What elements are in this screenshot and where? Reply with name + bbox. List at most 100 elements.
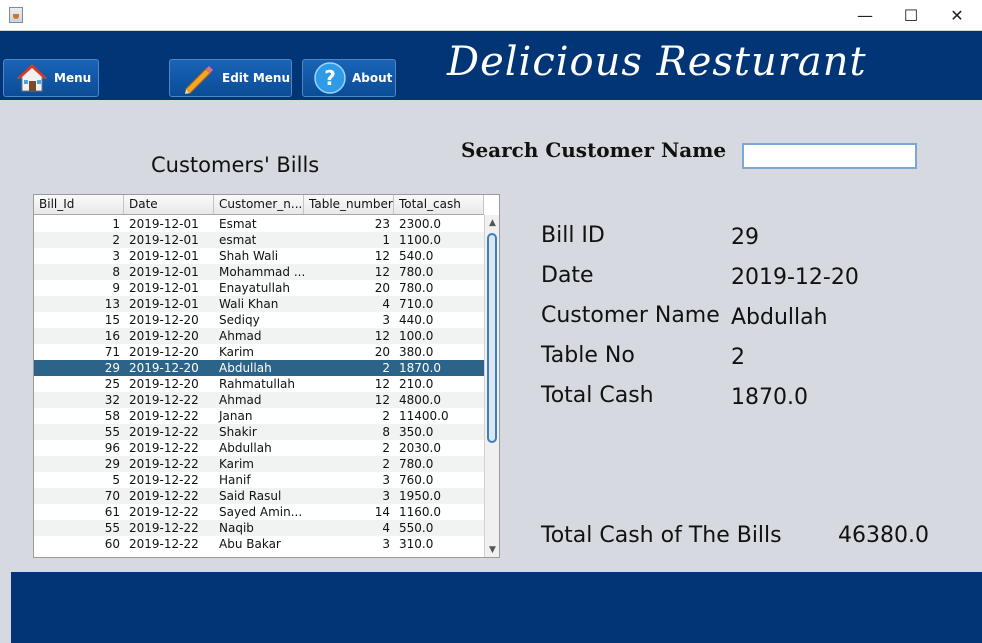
date-value: 2019-12-20 (731, 265, 859, 290)
menu-button[interactable]: Menu (3, 59, 99, 97)
column-header-table-number[interactable]: Table_number (304, 195, 394, 214)
table-number-cell: 23 (374, 217, 390, 231)
pencil-icon (185, 66, 213, 94)
date-cell: 2019-12-22 (129, 505, 199, 519)
search-input[interactable] (742, 143, 917, 169)
table-row[interactable]: 55 2019-12-22 Naqib 4 550.0 (34, 520, 484, 536)
about-button-label: About (352, 71, 393, 85)
bill-id-cell: 9 (112, 281, 120, 295)
customer-name-cell: Karim (219, 457, 254, 471)
close-button[interactable]: ✕ (934, 0, 980, 30)
table-row[interactable]: 96 2019-12-22 Abdullah 2 2030.0 (34, 440, 484, 456)
bill-id-cell: 55 (104, 425, 120, 439)
table-row[interactable]: 1 2019-12-01 Esmat 23 2300.0 (34, 216, 484, 232)
bill-id-cell: 71 (104, 345, 120, 359)
table-row[interactable]: 29 2019-12-22 Karim 2 780.0 (34, 456, 484, 472)
edit-menu-button[interactable]: Edit Menu (169, 59, 292, 97)
table-row[interactable]: 71 2019-12-20 Karim 20 380.0 (34, 344, 484, 360)
help-icon: ? (314, 62, 346, 94)
column-header-bill-id[interactable]: Bill_Id (34, 195, 124, 214)
table-no-value: 2 (731, 345, 745, 370)
scroll-thumb[interactable] (487, 233, 497, 443)
table-number-cell: 12 (374, 249, 390, 263)
table-row[interactable]: 25 2019-12-20 Rahmatullah 12 210.0 (34, 376, 484, 392)
date-cell: 2019-12-20 (129, 377, 199, 391)
table-row-selected[interactable]: 29 2019-12-20 Abdullah 2 1870.0 (34, 360, 484, 376)
vertical-scrollbar[interactable]: ▲ ▼ (484, 215, 499, 557)
bill-id-label: Bill ID (541, 223, 605, 248)
table-number-cell: 20 (374, 345, 390, 359)
bills-heading: Customers' Bills (151, 153, 320, 177)
scroll-up-icon[interactable]: ▲ (485, 215, 499, 231)
bill-id-cell: 2 (112, 233, 120, 247)
bill-id-cell: 15 (104, 313, 120, 327)
table-no-label: Table No (541, 343, 635, 368)
customer-name-cell: Esmat (219, 217, 257, 231)
table-number-cell: 2 (382, 441, 390, 455)
bill-id-cell: 55 (104, 521, 120, 535)
total-cash-cell: 540.0 (399, 249, 434, 263)
customer-name-cell: Enayatullah (219, 281, 290, 295)
java-app-icon (9, 7, 23, 23)
customer-name-cell: Karim (219, 345, 254, 359)
search-label: Search Customer Name (461, 138, 727, 162)
total-cash-cell: 440.0 (399, 313, 434, 327)
bill-id-cell: 8 (112, 265, 120, 279)
minimize-button[interactable]: — (842, 0, 888, 30)
column-header-total-cash[interactable]: Total_cash (394, 195, 484, 214)
table-row[interactable]: 16 2019-12-20 Ahmad 12 100.0 (34, 328, 484, 344)
table-number-cell: 4 (382, 521, 390, 535)
bill-id-cell: 60 (104, 537, 120, 551)
total-cash-cell: 710.0 (399, 297, 434, 311)
maximize-button[interactable]: ☐ (888, 0, 934, 30)
bill-id-cell: 25 (104, 377, 120, 391)
total-cash-cell: 1950.0 (399, 489, 441, 503)
customer-name-cell: Wali Khan (219, 297, 279, 311)
bill-id-cell: 58 (104, 409, 120, 423)
total-cash-cell: 310.0 (399, 537, 434, 551)
date-cell: 2019-12-01 (129, 217, 199, 231)
date-cell: 2019-12-22 (129, 537, 199, 551)
column-header-date[interactable]: Date (124, 195, 214, 214)
scroll-down-icon[interactable]: ▼ (485, 542, 499, 557)
table-row[interactable]: 61 2019-12-22 Sayed Amin... 14 1160.0 (34, 504, 484, 520)
total-cash-cell: 550.0 (399, 521, 434, 535)
table-number-cell: 12 (374, 265, 390, 279)
total-cash-cell: 350.0 (399, 425, 434, 439)
total-cash-cell: 2030.0 (399, 441, 441, 455)
customer-name-cell: Ahmad (219, 393, 262, 407)
table-row[interactable]: 3 2019-12-01 Shah Wali 12 540.0 (34, 248, 484, 264)
date-cell: 2019-12-20 (129, 313, 199, 327)
total-cash-cell: 11400.0 (399, 409, 449, 423)
table-row[interactable]: 13 2019-12-01 Wali Khan 4 710.0 (34, 296, 484, 312)
table-row[interactable]: 5 2019-12-22 Hanif 3 760.0 (34, 472, 484, 488)
table-number-cell: 20 (374, 281, 390, 295)
table-number-cell: 2 (382, 457, 390, 471)
edit-menu-button-label: Edit Menu (222, 71, 290, 85)
bill-id-cell: 29 (104, 457, 120, 471)
bill-id-cell: 13 (104, 297, 120, 311)
column-header-customer-name[interactable]: Customer_n... (214, 195, 304, 214)
date-cell: 2019-12-22 (129, 441, 199, 455)
table-row[interactable]: 55 2019-12-22 Shakir 8 350.0 (34, 424, 484, 440)
bill-id-value: 29 (731, 225, 759, 250)
customer-name-cell: Rahmatullah (219, 377, 296, 391)
table-row[interactable]: 58 2019-12-22 Janan 2 11400.0 (34, 408, 484, 424)
about-button[interactable]: ? About (302, 59, 396, 97)
date-cell: 2019-12-01 (129, 281, 199, 295)
table-row[interactable]: 2 2019-12-01 esmat 1 1100.0 (34, 232, 484, 248)
customer-name-cell: Abdullah (219, 441, 272, 455)
total-cash-cell: 4800.0 (399, 393, 441, 407)
table-row[interactable]: 9 2019-12-01 Enayatullah 20 780.0 (34, 280, 484, 296)
table-row[interactable]: 32 2019-12-22 Ahmad 12 4800.0 (34, 392, 484, 408)
table-row[interactable]: 60 2019-12-22 Abu Bakar 3 310.0 (34, 536, 484, 552)
customer-name-cell: Hanif (219, 473, 251, 487)
table-row[interactable]: 8 2019-12-01 Mohammad ... 12 780.0 (34, 264, 484, 280)
table-row[interactable]: 70 2019-12-22 Said Rasul 3 1950.0 (34, 488, 484, 504)
table-number-cell: 3 (382, 489, 390, 503)
date-cell: 2019-12-01 (129, 265, 199, 279)
table-row[interactable]: 15 2019-12-20 Sediqy 3 440.0 (34, 312, 484, 328)
bill-id-cell: 96 (104, 441, 120, 455)
bill-id-cell: 70 (104, 489, 120, 503)
table-number-cell: 1 (382, 233, 390, 247)
